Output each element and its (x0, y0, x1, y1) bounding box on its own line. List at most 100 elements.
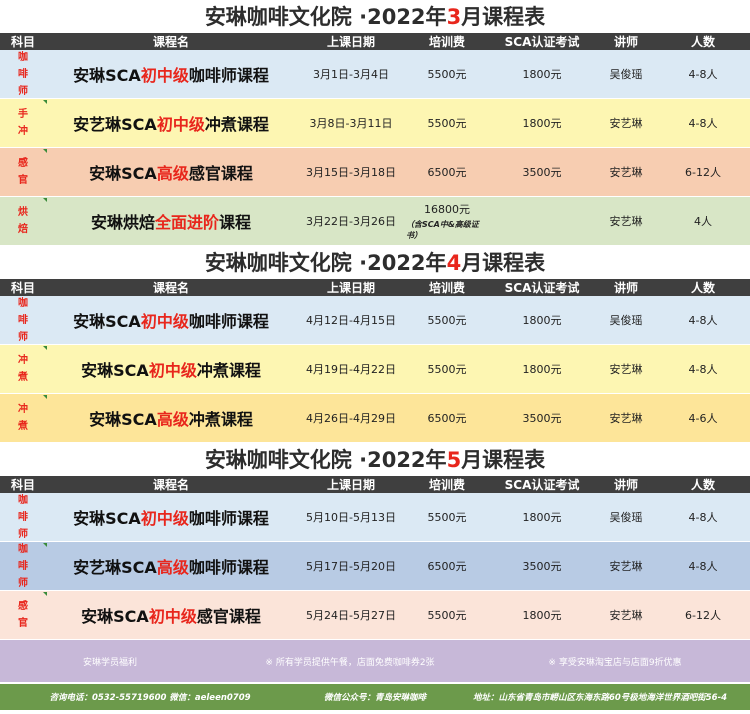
fee-value: 5500元 (427, 68, 467, 81)
course-name-prefix: 安艺琳SCA (73, 558, 157, 577)
contact-footer: 咨询电话：0532-55719600 微信：aeleen0709 微信公众号：青… (0, 684, 750, 710)
header-cell: 上课日期 (326, 281, 375, 295)
course-level: 初中级 (156, 115, 205, 134)
course-name-prefix: 安琳SCA (89, 410, 157, 429)
sca-exam-fee (488, 197, 596, 245)
title-month: 3 (446, 5, 462, 29)
title-prefix: 安琳咖啡文化院 ·2022年 (204, 5, 447, 29)
subject-char: 啡 (18, 560, 28, 572)
training-fee: 6500元 (406, 148, 488, 196)
class-size: 4-8人 (688, 68, 718, 81)
title-month: 5 (446, 448, 462, 472)
subject-cell: 感官 (0, 591, 46, 639)
cell-comment-marker (43, 543, 47, 547)
header-cell: 人数 (690, 35, 715, 49)
header-cell: SCA认证考试 (504, 35, 580, 49)
subject-char: 咖 (18, 543, 28, 555)
section-title: 安琳咖啡文化院 ·2022年4月课程表 (0, 246, 750, 279)
course-name-suffix: 咖啡师课程 (188, 558, 269, 577)
course-name-prefix: 安琳SCA (73, 312, 141, 331)
training-fee: 5500元 (406, 591, 488, 639)
course-name-prefix: 安琳SCA (73, 509, 141, 528)
benefit-item-discount: ※ 享受安琳淘宝店与店面9折优惠 (548, 657, 682, 668)
training-fee: 5500元 (406, 296, 488, 344)
sca-exam-fee: 1800元 (522, 314, 562, 327)
benefit-item-lunch: ※ 所有学员提供午餐，店面免费咖啡券2张 (265, 657, 435, 668)
subject-char: 师 (18, 331, 28, 343)
header-cell: SCA认证考试 (504, 478, 580, 492)
course-level: 全面进阶 (154, 213, 219, 232)
cell-comment-marker (43, 198, 47, 202)
course-row: 感官安琳SCA 高级 感官课程 3月15日-3月18日 6500元 3500元 安艺琳 6-1… (0, 148, 750, 197)
header-cell: 培训费 (428, 35, 465, 49)
subject-char: 咖 (18, 494, 28, 506)
course-level: 高级 (156, 410, 189, 429)
subject-cell: 咖啡师 (0, 493, 46, 541)
sca-exam-fee: 1800元 (522, 609, 562, 622)
sca-exam-fee: 1800元 (522, 117, 562, 130)
course-level: 初中级 (148, 361, 197, 380)
subject-char: 冲 (18, 355, 28, 366)
fee-value: 5500元 (427, 609, 467, 622)
course-name-prefix: 安琳SCA (81, 361, 149, 380)
course-name-prefix: 安艺琳SCA (73, 115, 157, 134)
subject-char: 师 (18, 577, 28, 589)
fee-value: 16800元 (424, 203, 470, 216)
class-size: 4-6人 (688, 412, 718, 425)
section-title: 安琳咖啡文化院 ·2022年5月课程表 (0, 443, 750, 476)
training-fee: 5500元 (406, 50, 488, 98)
cell-comment-marker (43, 395, 47, 399)
course-row: 咖啡师安琳SCA 初中级 咖啡师课程 5月10日-5月13日 5500元 1800元 吴俊瑶… (0, 493, 750, 542)
footer-wechat: 微信公众号：青岛安琳咖啡 (323, 693, 426, 703)
fee-value: 5500元 (427, 363, 467, 376)
fee-value: 5500元 (427, 314, 467, 327)
title-prefix: 安琳咖啡文化院 ·2022年 (204, 448, 447, 472)
training-fee: 6500元 (406, 394, 488, 442)
course-name: 安琳SCA 初中级 咖啡师课程 (46, 493, 296, 541)
subject-char: 手 (18, 109, 28, 120)
table-header: 科目 课程名 上课日期 培训费 SCA认证考试 讲师 人数 (0, 279, 750, 296)
course-name-prefix: 安琳烘焙 (90, 213, 155, 232)
header-cell: 科目 (10, 281, 35, 295)
header-cell: 讲师 (613, 281, 638, 295)
course-name: 安艺琳SCA 初中级 冲煮课程 (46, 99, 296, 147)
cell-comment-marker (43, 100, 47, 104)
student-benefits-bar: 安琳学员福利 ※ 所有学员提供午餐，店面免费咖啡券2张 ※ 享受安琳淘宝店与店面… (0, 640, 750, 682)
subject-char: 官 (18, 618, 28, 629)
instructor: 安艺琳 (609, 412, 643, 425)
subject-char: 煮 (18, 421, 28, 432)
footer-phone: 咨询电话：0532-55719600 微信：aeleen0709 (49, 693, 251, 703)
course-schedule: 安琳咖啡文化院 ·2022年3月课程表 科目 课程名 上课日期 培训费 SCA认证考试 讲师… (0, 0, 750, 640)
header-cell: 课程名 (152, 281, 189, 295)
sca-exam-fee: 3500元 (522, 166, 562, 179)
course-name-suffix: 冲煮课程 (204, 115, 269, 134)
course-name-prefix: 安琳SCA (89, 164, 157, 183)
header-cell: 课程名 (152, 35, 189, 49)
class-dates: 4月12日-4月15日 (306, 314, 396, 327)
subject-char: 冲 (18, 126, 28, 137)
title-prefix: 安琳咖啡文化院 ·2022年 (204, 251, 447, 275)
course-name: 安琳SCA 初中级 冲煮课程 (46, 345, 296, 393)
header-cell: SCA认证考试 (504, 281, 580, 295)
course-row: 咖啡师安艺琳SCA 高级 咖啡师课程 5月17日-5月20日 6500元 3500元 安艺琳… (0, 542, 750, 591)
course-name-suffix: 咖啡师课程 (188, 509, 269, 528)
course-row: 咖啡师安琳SCA 初中级 咖啡师课程 3月1日-3月4日 5500元 1800元 吴俊瑶 4-… (0, 50, 750, 99)
course-row: 咖啡师安琳SCA 初中级 咖啡师课程 4月12日-4月15日 5500元 1800元 吴俊瑶… (0, 296, 750, 345)
header-cell: 人数 (690, 281, 715, 295)
cell-comment-marker (43, 149, 47, 153)
fee-value: 6500元 (427, 412, 467, 425)
header-cell: 讲师 (613, 35, 638, 49)
course-name: 安琳烘焙 全面进阶 课程 (46, 197, 296, 245)
class-size: 6-12人 (685, 609, 721, 622)
class-size: 4-8人 (688, 363, 718, 376)
fee-value: 5500元 (427, 117, 467, 130)
subject-cell: 咖啡师 (0, 296, 46, 344)
subject-char: 官 (18, 175, 28, 186)
course-name-suffix: 感官课程 (188, 164, 253, 183)
course-name: 安琳SCA 高级 感官课程 (46, 148, 296, 196)
subject-cell: 冲煮 (0, 345, 46, 393)
fee-value: 5500元 (427, 511, 467, 524)
training-fee: 5500元 (406, 99, 488, 147)
course-level: 初中级 (140, 66, 189, 85)
subject-char: 师 (18, 85, 28, 97)
